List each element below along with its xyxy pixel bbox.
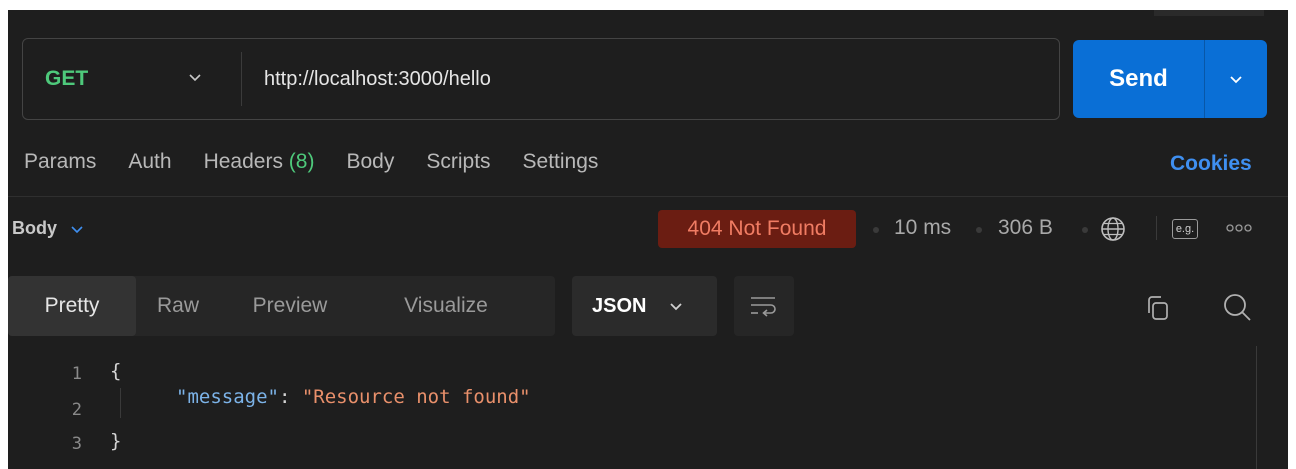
chevron-down-icon [670, 303, 683, 311]
separator-dot [873, 227, 879, 233]
tab-params[interactable]: Params [24, 150, 96, 174]
search-icon[interactable] [1222, 292, 1252, 322]
method-select[interactable]: GET [23, 39, 241, 119]
open-brace: { [110, 360, 122, 382]
cookies-link[interactable]: Cookies [1170, 152, 1252, 176]
response-size[interactable]: 306 B [998, 216, 1053, 240]
tab-auth[interactable]: Auth [128, 150, 171, 174]
indent-guide [120, 388, 121, 418]
response-code-editor[interactable]: 1 2 3 { "message": "Resource not found" … [8, 346, 1256, 469]
tab-scripts[interactable]: Scripts [426, 150, 490, 174]
divider-line [8, 196, 1288, 197]
top-tab-fragment [1154, 10, 1264, 16]
wrap-lines-icon [751, 297, 776, 317]
send-button[interactable]: Send [1073, 40, 1204, 118]
toolbar-separator [1156, 216, 1157, 240]
url-bar: GET http://localhost:3000/hello [22, 38, 1060, 120]
json-line: "message": "Resource not found" [176, 386, 531, 408]
line-number: 2 [71, 400, 82, 420]
json-colon: : [278, 386, 302, 408]
tab-headers[interactable]: Headers (8) [204, 150, 315, 174]
close-brace: } [110, 430, 122, 452]
tab-body[interactable]: Body [346, 150, 394, 174]
response-time[interactable]: 10 ms [894, 216, 951, 240]
line-number: 3 [71, 434, 82, 454]
request-tabs: Params Auth Headers (8) Body Scripts Set… [24, 150, 630, 174]
view-tab-visualize[interactable]: Visualize [360, 276, 532, 336]
format-select[interactable]: JSON [572, 276, 717, 336]
line-number: 1 [71, 364, 82, 384]
json-string-value: "Resource not found" [301, 386, 531, 408]
tab-headers-label: Headers [203, 150, 283, 173]
headers-count: (8) [288, 150, 315, 173]
separator-dot [1082, 227, 1088, 233]
view-tab-raw[interactable]: Raw [136, 276, 220, 336]
status-badge[interactable]: 404 Not Found [658, 210, 856, 248]
response-view-tabs: Pretty Raw Preview Visualize [8, 276, 555, 336]
method-label: GET [45, 67, 89, 90]
format-label: JSON [592, 294, 647, 317]
editor-scrollbar[interactable] [1256, 346, 1288, 469]
wrap-lines-button[interactable] [734, 276, 794, 336]
chevron-down-icon [1230, 76, 1242, 84]
view-tab-preview[interactable]: Preview [220, 276, 360, 336]
url-input[interactable]: http://localhost:3000/hello [242, 68, 1059, 91]
postman-request-panel: GET http://localhost:3000/hello Send Par… [8, 10, 1288, 469]
response-body-label: Body [12, 218, 57, 238]
send-button-group: Send [1073, 40, 1267, 118]
save-example-button[interactable]: e.g. [1172, 219, 1198, 239]
chevron-down-icon [71, 225, 83, 233]
globe-icon[interactable] [1100, 216, 1126, 242]
tab-settings[interactable]: Settings [523, 150, 599, 174]
chevron-down-icon [189, 74, 201, 82]
response-body-select[interactable]: Body [12, 218, 85, 239]
more-options-icon[interactable] [1226, 222, 1252, 234]
json-key: "message" [176, 386, 279, 408]
view-tab-pretty[interactable]: Pretty [8, 276, 136, 336]
separator-dot [976, 227, 982, 233]
send-options-button[interactable] [1205, 40, 1267, 118]
copy-icon[interactable] [1144, 294, 1172, 322]
top-strip [8, 10, 1288, 20]
